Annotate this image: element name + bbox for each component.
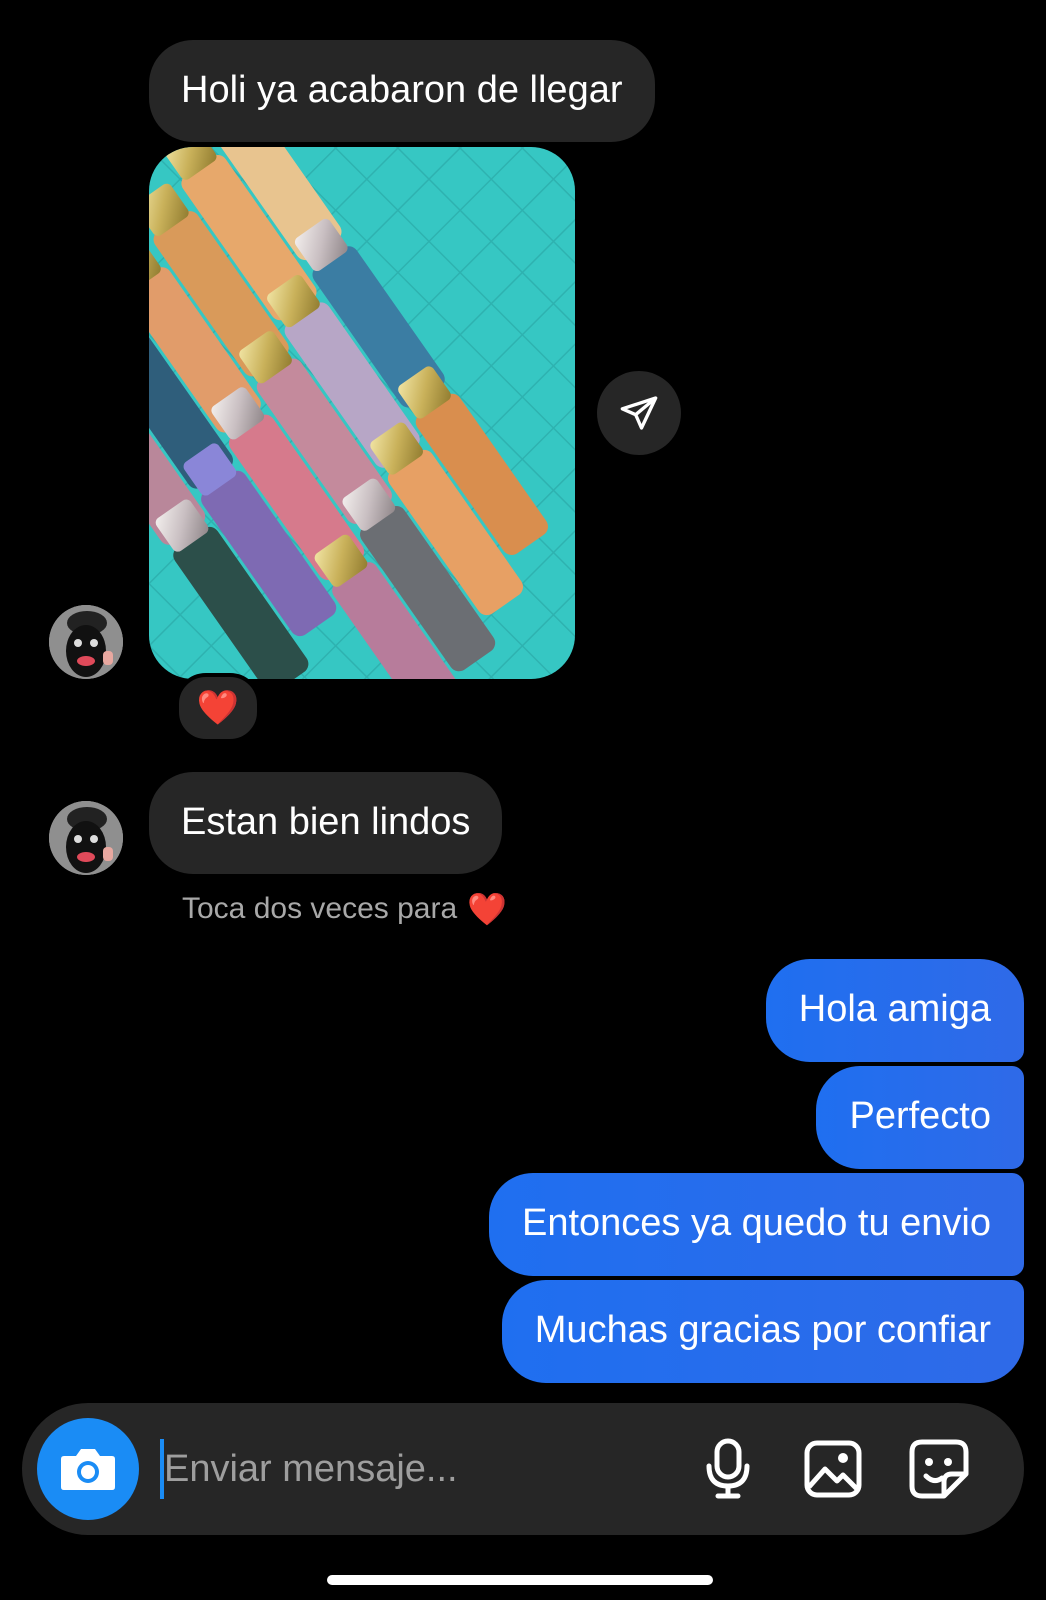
message-text: Entonces ya quedo tu envio	[521, 1202, 991, 1244]
microphone-icon	[706, 1438, 750, 1499]
sticker-button[interactable]	[905, 1435, 973, 1503]
message-input[interactable]	[160, 1439, 684, 1499]
message-text: Perfecto	[849, 1095, 991, 1137]
message-text: Estan bien lindos	[181, 801, 471, 843]
heart-reaction[interactable]: ❤️	[175, 673, 261, 743]
message-text: Muchas gracias por confiar	[534, 1309, 991, 1351]
voice-message-button[interactable]	[694, 1435, 762, 1503]
double-tap-hint: Toca dos veces para ❤️	[182, 890, 507, 928]
photo-message[interactable]	[149, 147, 575, 679]
paper-plane-icon	[620, 396, 658, 430]
avatar[interactable]	[49, 801, 123, 875]
gallery-icon	[804, 1440, 862, 1498]
home-indicator[interactable]	[327, 1575, 713, 1585]
avatar-image	[49, 605, 123, 679]
outgoing-message[interactable]: Perfecto	[816, 1066, 1024, 1169]
hint-text: Toca dos veces para	[182, 892, 458, 925]
outgoing-message[interactable]: Muchas gracias por confiar	[501, 1280, 1024, 1383]
sticker-icon	[909, 1439, 969, 1499]
share-photo-button[interactable]	[597, 371, 681, 455]
camera-icon	[61, 1449, 115, 1490]
message-text: Hola amiga	[798, 988, 991, 1030]
message-composer	[22, 1403, 1024, 1535]
perfume-bottles-photo	[149, 147, 575, 679]
heart-emoji: ❤️	[467, 890, 507, 928]
incoming-message[interactable]: Estan bien lindos	[149, 772, 503, 874]
incoming-message[interactable]: Holi ya acabaron de llegar	[149, 40, 655, 142]
outgoing-message[interactable]: Entonces ya quedo tu envio	[488, 1173, 1024, 1276]
gallery-button[interactable]	[799, 1435, 867, 1503]
avatar[interactable]	[49, 605, 123, 679]
outgoing-message[interactable]: Hola amiga	[765, 959, 1024, 1062]
heart-emoji: ❤️	[196, 688, 240, 728]
message-text: Holi ya acabaron de llegar	[181, 69, 623, 111]
camera-button[interactable]	[37, 1418, 139, 1520]
avatar-image	[49, 801, 123, 875]
